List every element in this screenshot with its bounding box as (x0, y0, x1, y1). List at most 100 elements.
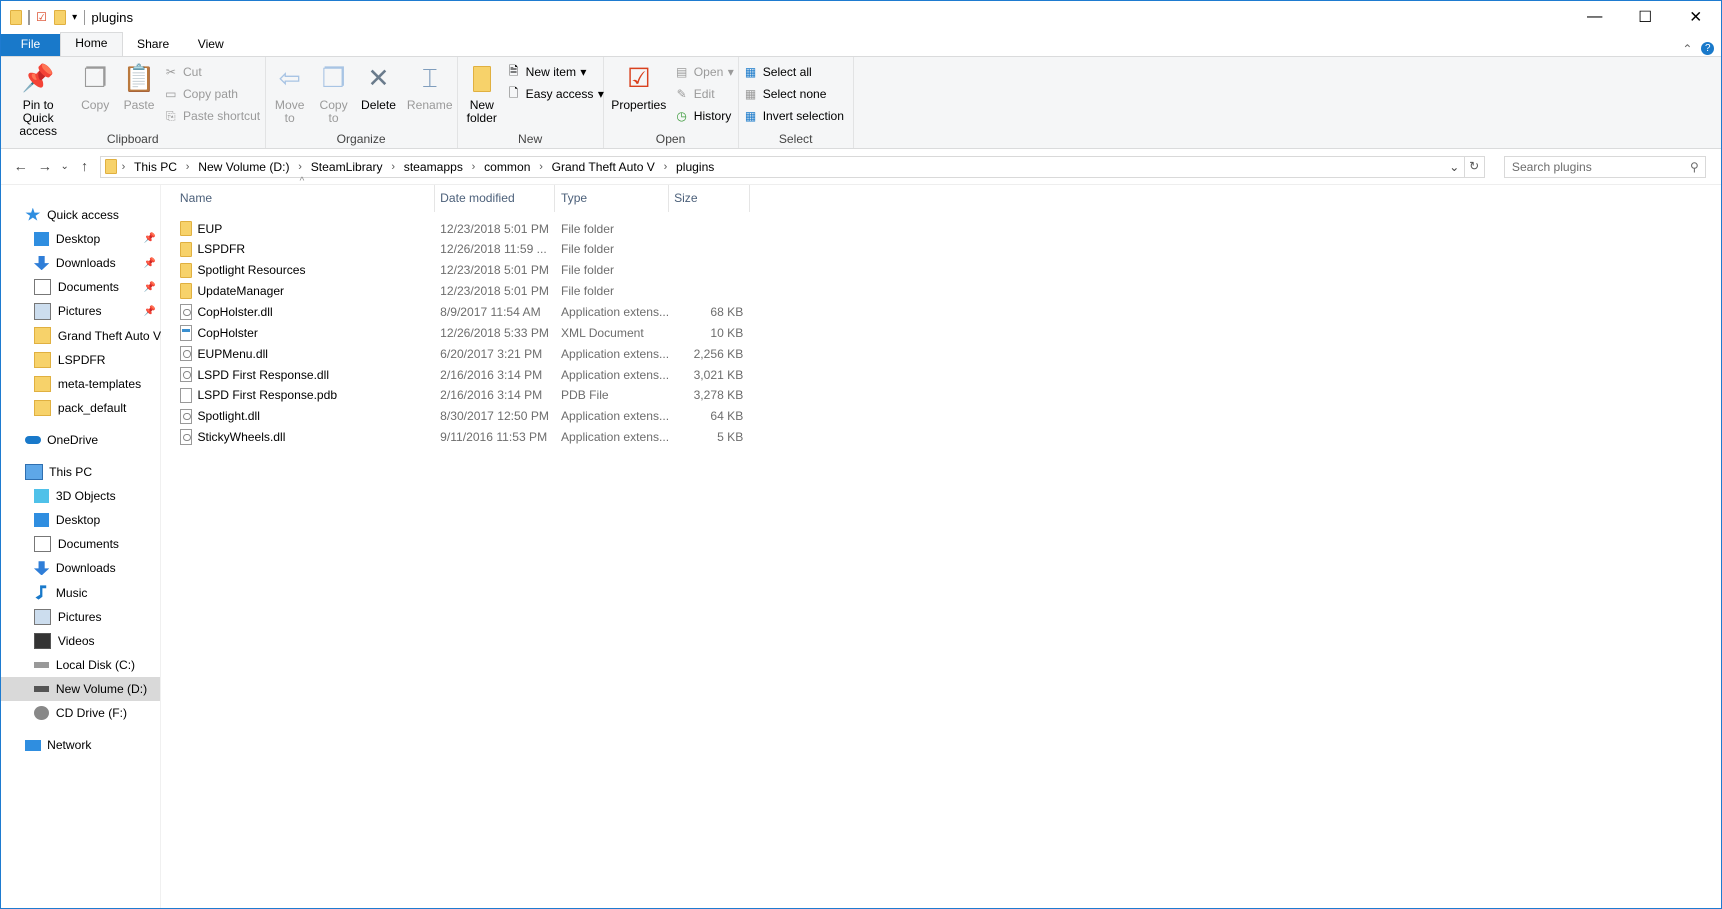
file-name-cell: StickyWheels.dll (174, 429, 434, 445)
breadcrumb-separator-icon[interactable]: › (659, 161, 671, 173)
sidebar-item-network[interactable]: Network (1, 733, 160, 757)
minimize-button[interactable]: — (1569, 1, 1620, 34)
file-list: ^ Name Date modified Type Size EUP 12/23/… (161, 176, 1721, 908)
table-row[interactable]: LSPD First Response.pdb 2/16/2016 3:14 PM… (174, 385, 1721, 406)
table-row[interactable]: Spotlight.dll 8/30/2017 12:50 PM Applicati… (174, 406, 1721, 427)
sidebar-item-quick[interactable]: pack_default (1, 396, 160, 420)
group-label: Open (655, 131, 686, 146)
sidebar-item-pc[interactable]: CD Drive (F:) (1, 701, 160, 725)
paste-shortcut-button[interactable]: ⎘ Paste shortcut (163, 107, 260, 125)
sidebar-item-pc[interactable]: Documents (1, 532, 160, 556)
sidebar-item-this-pc[interactable]: This PC (1, 460, 160, 484)
dll-file-icon (179, 346, 192, 362)
file-type: Application extens... (560, 346, 669, 361)
select-none-button[interactable]: ▦ Select none (743, 85, 844, 103)
table-row[interactable]: UpdateManager 12/23/2018 5:01 PM File fold… (174, 281, 1721, 302)
search-input[interactable]: Search plugins ⚲ (1504, 155, 1707, 178)
date-modified: 12/26/2018 5:33 PM (440, 325, 549, 340)
column-name[interactable]: Name (174, 185, 435, 212)
up-button[interactable]: ↑ (76, 159, 94, 175)
breadcrumb-separator-icon[interactable]: › (387, 161, 399, 173)
invert-selection-icon: ▦ (744, 109, 757, 124)
sidebar-item-quick[interactable]: LSPDFR (1, 348, 160, 372)
table-row[interactable]: EUPMenu.dll 6/20/2017 3:21 PM Application … (174, 343, 1721, 364)
collapse-ribbon-icon[interactable]: ⌃ (1682, 42, 1692, 56)
customize-toolbar-chevron-icon[interactable]: ▾ (72, 12, 77, 23)
breadcrumb-separator-icon[interactable]: › (467, 161, 479, 173)
copy-path-button[interactable]: ▭ Copy path (163, 85, 260, 103)
table-row[interactable]: CopHolster.dll 8/9/2017 11:54 AM Applicati… (174, 302, 1721, 323)
refresh-button[interactable]: ↻ (1464, 155, 1485, 178)
breadcrumb-item[interactable]: plugins (672, 160, 719, 174)
cut-button[interactable]: ✂ Cut (163, 63, 260, 81)
breadcrumb-item[interactable]: SteamLibrary (306, 160, 387, 174)
sidebar-item-label: This PC (49, 464, 93, 479)
breadcrumb-separator-icon[interactable]: › (117, 161, 129, 173)
breadcrumb-item[interactable]: New Volume (D:) (194, 160, 294, 174)
table-row[interactable]: Spotlight Resources 12/23/2018 5:01 PM Fil… (174, 260, 1721, 281)
sidebar-item-pc[interactable]: Local Disk (C:) (1, 653, 160, 677)
back-button[interactable]: ← (12, 159, 30, 175)
breadcrumb-item[interactable]: Grand Theft Auto V (547, 160, 659, 174)
sidebar-item-quick-access[interactable]: Quick access (1, 203, 160, 227)
file-name-cell: UpdateManager (174, 283, 434, 299)
sidebar-item-label: Desktop (55, 231, 101, 246)
sidebar-item-pc[interactable]: New Volume (D:) (1, 677, 161, 702)
address-dropdown-chevron-icon[interactable]: ⌄ (1449, 160, 1459, 174)
sidebar-item-pc[interactable]: Pictures (1, 605, 160, 629)
column-size[interactable]: Size (669, 185, 750, 212)
history-button[interactable]: ◷ History (674, 107, 734, 125)
sidebar-item-quick[interactable]: Desktop 📌 (1, 227, 160, 251)
tab-file[interactable]: File (1, 33, 60, 56)
easy-access-button[interactable]: 🗋 Easy access ▾ (506, 85, 604, 103)
sidebar-item-quick[interactable]: Grand Theft Auto V (1, 324, 161, 348)
sidebar-item-quick[interactable]: meta-templates (1, 372, 160, 396)
invert-selection-button[interactable]: ▦ Invert selection (743, 107, 844, 125)
tab-share[interactable]: Share (123, 34, 184, 56)
forward-button[interactable]: → (36, 159, 54, 175)
select-all-icon: ▦ (744, 65, 757, 80)
folder-icon (105, 158, 118, 175)
breadcrumb-separator-icon[interactable]: › (294, 161, 306, 173)
table-row[interactable]: LSPD First Response.dll 2/16/2016 3:14 PM… (174, 364, 1721, 385)
sidebar-item-pc[interactable]: Videos (1, 629, 160, 653)
address-bar[interactable]: › This PC › New Volume (D:) › SteamLibrary › st… (99, 155, 1465, 178)
edit-button[interactable]: ✎ Edit (674, 85, 734, 103)
select-all-button[interactable]: ▦ Select all (743, 63, 844, 81)
maximize-button[interactable]: ☐ (1620, 1, 1671, 34)
table-row[interactable]: StickyWheels.dll 9/11/2016 11:53 PM Applic… (174, 427, 1721, 448)
breadcrumb-separator-icon[interactable]: › (181, 161, 193, 173)
help-icon[interactable]: ? (1701, 42, 1715, 56)
table-row[interactable]: LSPDFR 12/26/2018 11:59 ... File folder (174, 239, 1721, 260)
tab-view[interactable]: View (184, 34, 239, 56)
column-type[interactable]: Type (555, 185, 669, 212)
column-date-modified[interactable]: Date modified (435, 185, 556, 212)
breadcrumb-item[interactable]: common (480, 160, 535, 174)
date-modified: 2/16/2016 3:14 PM (440, 388, 543, 403)
sidebar-item-onedrive[interactable]: OneDrive (1, 428, 160, 452)
copy-to-icon: ❐ (321, 63, 346, 94)
table-row[interactable]: CopHolster 12/26/2018 5:33 PM XML Document… (174, 322, 1721, 343)
properties-icon[interactable]: ☑ (36, 10, 47, 24)
table-row[interactable]: EUP 12/23/2018 5:01 PM File folder (174, 218, 1721, 239)
tab-home[interactable]: Home (60, 31, 123, 56)
breadcrumb-item[interactable]: This PC (130, 160, 182, 174)
breadcrumb-item[interactable]: steamapps (399, 160, 467, 174)
sidebar-item-quick[interactable]: Downloads 📌 (1, 251, 160, 275)
sidebar-item-quick[interactable]: Documents 📌 (1, 275, 160, 299)
breadcrumb-separator-icon[interactable]: › (535, 161, 547, 173)
pictures-icon (33, 303, 52, 320)
recent-locations-chevron-icon[interactable]: ⌄ (60, 161, 69, 172)
sidebar-item-pc[interactable]: 3D Objects (1, 484, 160, 508)
edit-icon: ✎ (676, 87, 687, 102)
sidebar-item-quick[interactable]: Pictures 📌 (1, 299, 160, 323)
sidebar-item-pc[interactable]: Desktop (1, 508, 160, 532)
new-item-button[interactable]: 🗎 New item ▾ (506, 63, 604, 81)
sidebar-item-pc[interactable]: Music (1, 580, 160, 604)
close-button[interactable]: ✕ (1670, 1, 1721, 34)
sidebar-item-pc[interactable]: Downloads (1, 556, 160, 580)
search-icon: ⚲ (1689, 159, 1699, 174)
new-folder-icon[interactable] (53, 9, 66, 26)
file-name-cell: CopHolster.dll (174, 304, 434, 320)
open-button[interactable]: ▤ Open ▾ (674, 63, 734, 81)
